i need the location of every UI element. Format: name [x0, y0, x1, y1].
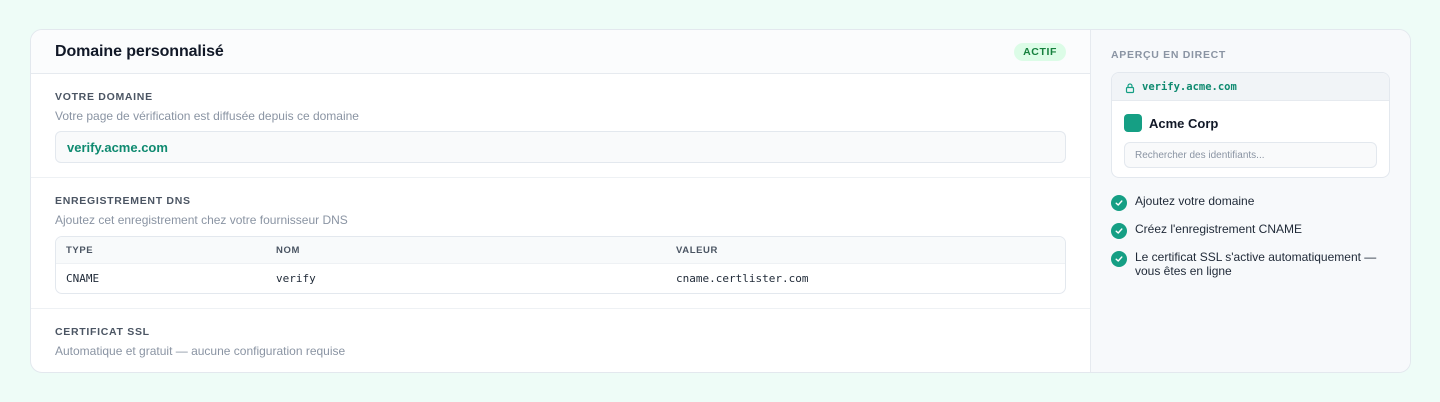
- preview-brand: Acme Corp: [1112, 101, 1389, 132]
- dns-description: Ajoutez cet enregistrement chez votre fo…: [55, 213, 348, 227]
- live-preview-panel: APERÇU EN DIRECT verify.acme.com Acme Co…: [1091, 30, 1410, 372]
- domain-label: VOTRE DOMAINE: [55, 91, 153, 103]
- ssl-label: CERTIFICAT SSL: [55, 326, 150, 338]
- dns-section: ENREGISTREMENT DNS Ajoutez cet enregistr…: [31, 178, 1090, 309]
- preview-address-bar: verify.acme.com: [1112, 73, 1389, 101]
- dns-type-cell[interactable]: CNAME: [66, 272, 276, 285]
- status-badge: ACTIF: [1014, 42, 1066, 61]
- preview-url: verify.acme.com: [1142, 80, 1237, 93]
- brand-logo: [1124, 114, 1142, 132]
- ssl-section: CERTIFICAT SSL Automatique et gratuit — …: [31, 309, 1090, 358]
- page-title: Domaine personnalisé: [55, 42, 224, 60]
- list-item: Le certificat SSL s'active automatiqueme…: [1111, 250, 1390, 278]
- preview-window: verify.acme.com Acme Corp Rechercher des…: [1111, 72, 1390, 178]
- table-row: CNAME verify cname.certlister.com: [56, 264, 1065, 293]
- dns-label: ENREGISTREMENT DNS: [55, 195, 191, 207]
- lock-icon: [1124, 81, 1136, 93]
- settings-panel: Domaine personnalisé ACTIF VOTRE DOMAINE…: [31, 30, 1091, 372]
- domain-description: Votre page de vérification est diffusée …: [55, 109, 359, 123]
- search-input[interactable]: Rechercher des identifiants...: [1124, 142, 1377, 168]
- list-item: Ajoutez votre domaine: [1111, 194, 1390, 211]
- domain-field[interactable]: verify.acme.com: [55, 131, 1066, 163]
- dns-name-cell[interactable]: verify: [276, 272, 676, 285]
- step-label: Le certificat SSL s'active automatiqueme…: [1135, 250, 1377, 278]
- preview-title: APERÇU EN DIRECT: [1111, 49, 1227, 61]
- check-circle-icon: [1111, 223, 1127, 239]
- step-label: Ajoutez votre domaine: [1135, 194, 1255, 208]
- step-label: Créez l'enregistrement CNAME: [1135, 222, 1303, 236]
- ssl-description: Automatique et gratuit — aucune configur…: [55, 344, 346, 358]
- check-circle-icon: [1111, 251, 1127, 267]
- panel-header: Domaine personnalisé ACTIF: [31, 30, 1090, 74]
- dns-table: TYPE NOM VALEUR CNAME verify cname.certl…: [55, 236, 1066, 294]
- custom-domain-card: Domaine personnalisé ACTIF VOTRE DOMAINE…: [30, 29, 1411, 373]
- check-circle-icon: [1111, 195, 1127, 211]
- list-item: Créez l'enregistrement CNAME: [1111, 222, 1390, 239]
- brand-name: Acme Corp: [1149, 115, 1219, 131]
- column-header-type: TYPE: [66, 244, 94, 256]
- column-header-value: VALEUR: [676, 244, 718, 256]
- dns-table-header: TYPE NOM VALEUR: [56, 237, 1065, 264]
- setup-steps: Ajoutez votre domaine Créez l'enregistre…: [1111, 194, 1390, 278]
- column-header-name: NOM: [276, 244, 300, 256]
- domain-section: VOTRE DOMAINE Votre page de vérification…: [31, 74, 1090, 178]
- dns-value-cell[interactable]: cname.certlister.com: [676, 272, 1055, 285]
